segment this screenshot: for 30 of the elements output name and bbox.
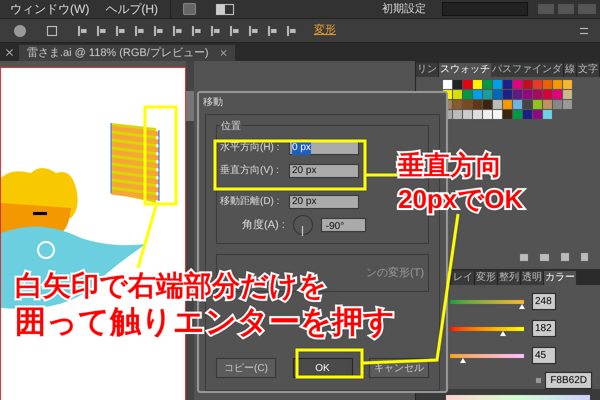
panel-tab[interactable]: パスファインダ [491, 63, 564, 77]
panel-tab[interactable]: レイ [452, 271, 475, 285]
annotation-text: 20pxでOK [398, 183, 524, 216]
panel-tab[interactable]: 透明 [521, 271, 544, 285]
value-field[interactable]: 45 [532, 347, 556, 364]
option-label: ンの変形(T) [366, 266, 424, 281]
input-field[interactable]: 20 px [289, 164, 359, 178]
angle-field[interactable]: -90° [320, 218, 366, 232]
transform-link[interactable]: 変形 [314, 22, 336, 39]
value-field[interactable]: 248 [532, 293, 556, 310]
panel-tab[interactable]: カラー [544, 271, 576, 285]
menu-item[interactable]: ヘルプ(H) [105, 0, 158, 18]
dialog-title: 移動 [202, 96, 224, 110]
value-field[interactable]: 182 [532, 320, 556, 337]
panel-tab[interactable]: 文字 [577, 63, 600, 77]
input-field[interactable]: 20 px [289, 194, 359, 208]
panel-tab[interactable]: 整列 [498, 271, 521, 285]
menu-item[interactable]: ウィンドウ(W) [10, 0, 90, 18]
workspace-menu[interactable]: 初期設定 [382, 0, 426, 18]
panel-tab[interactable]: 線 [564, 63, 577, 77]
dialog-button[interactable]: コピー(C) [216, 358, 276, 378]
annotation-text: 垂直方向 [398, 149, 502, 182]
panel-tab[interactable]: 変形 [475, 271, 498, 285]
field-label: 角度(A) : [242, 218, 285, 233]
panel-tab[interactable]: スウォッチ [439, 63, 491, 77]
field-label: 移動距離(D) : [220, 195, 280, 209]
panel-tab[interactable]: リン [416, 63, 439, 77]
hex-field[interactable]: F8B62D [545, 372, 592, 389]
field-label: 垂直方向(V) : [220, 164, 280, 178]
document-tab[interactable]: 雷さま.ai @ 118% (RGB/プレビュー) [19, 45, 234, 61]
